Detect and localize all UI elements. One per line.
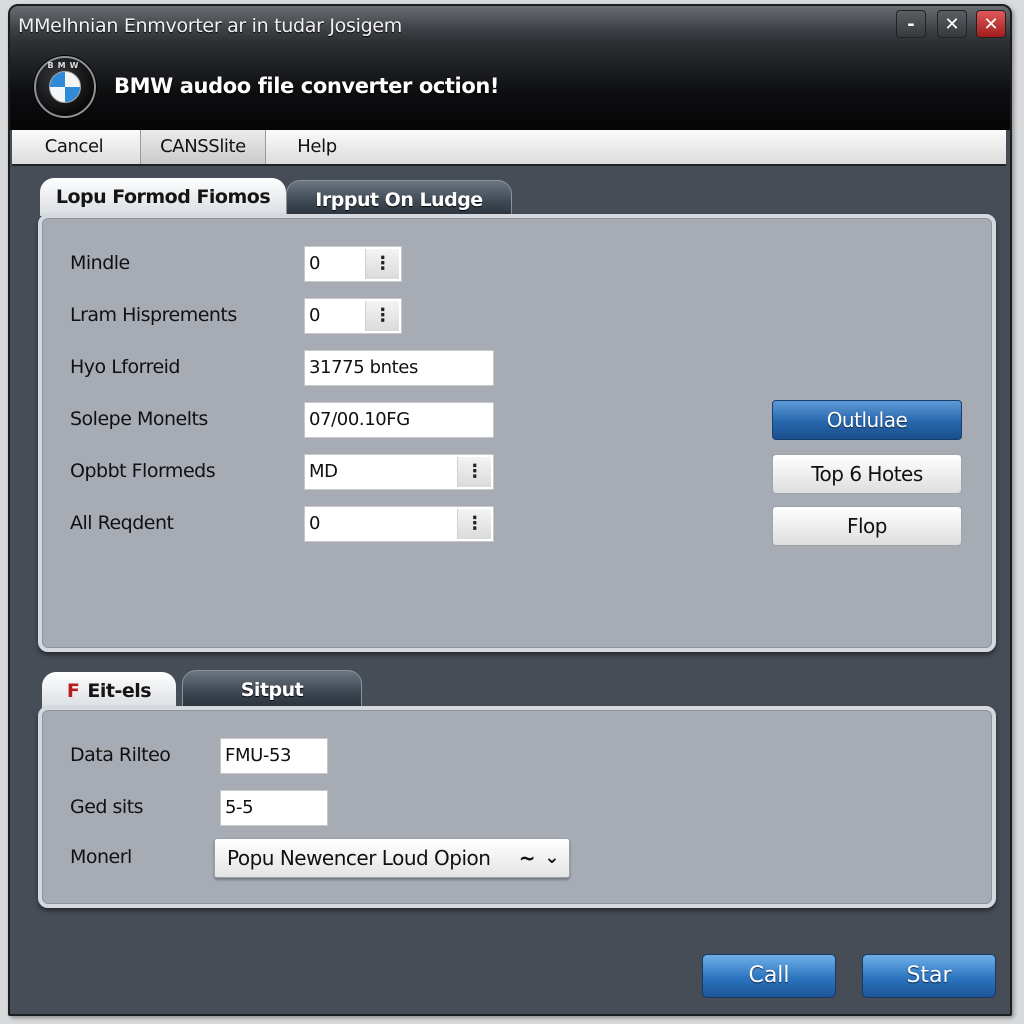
title-bar[interactable]: MMelhnian Enmvorter ar in tudar Josigem …	[10, 6, 1010, 44]
maximize-icon: ✕	[944, 13, 960, 35]
flop-button[interactable]: Flop	[772, 506, 962, 546]
tilde-icon: ~	[518, 846, 536, 870]
field-label: Hyo Lforreid	[70, 356, 181, 378]
start-button[interactable]: Star	[862, 954, 996, 998]
input-format-panel: Mindle 0 ⋮ Lram Hisprements 0 ⋮ Hyo Lfor…	[38, 214, 996, 652]
hyo-lforreid-input[interactable]: 31775 bntes	[304, 350, 494, 386]
field-label: Ged sits	[70, 796, 144, 818]
tab-input-on-ludge[interactable]: Irpput On Ludge	[286, 180, 512, 218]
field-label: Opbbt Flormeds	[70, 460, 216, 482]
ged-sits-input[interactable]: 5-5	[220, 790, 328, 826]
field-value: 0	[309, 305, 321, 326]
field-label: Data Rilteo	[70, 744, 171, 766]
header-banner: BMW BMW audoo file converter oction!	[10, 44, 1010, 130]
field-value: 07/00.10FG	[309, 409, 410, 430]
data-rilteo-input[interactable]: FMU-53	[220, 738, 328, 774]
spinner-icon[interactable]: ⋮	[457, 457, 491, 487]
app-heading: BMW audoo file converter oction!	[114, 74, 500, 98]
top-6-hotes-button[interactable]: Top 6 Hotes	[772, 454, 962, 494]
logo-roundel	[49, 71, 81, 103]
lram-hisprements-stepper[interactable]: 0 ⋮	[304, 298, 402, 334]
field-value: 0	[309, 253, 321, 274]
solepe-monelts-input[interactable]: 07/00.10FG	[304, 402, 494, 438]
all-reqdent-stepper[interactable]: 0 ⋮	[304, 506, 494, 542]
bmw-logo-icon: BMW	[34, 56, 96, 118]
tab-label: Eit-els	[87, 680, 152, 702]
mindle-stepper[interactable]: 0 ⋮	[304, 246, 402, 282]
field-value: 5-5	[225, 797, 254, 818]
f-icon: F	[66, 680, 80, 702]
menu-help[interactable]: Help	[272, 130, 362, 164]
minimize-icon: -	[907, 13, 915, 35]
chevron-down-icon: ⌄	[544, 847, 559, 868]
maximize-button[interactable]: ✕	[937, 10, 967, 38]
window-title: MMelhnian Enmvorter ar in tudar Josigem	[18, 15, 402, 37]
logo-letters: BMW	[47, 61, 83, 70]
field-label: Monerl	[70, 846, 132, 868]
app-window: MMelhnian Enmvorter ar in tudar Josigem …	[8, 4, 1012, 1016]
menu-cancel[interactable]: Cancel	[12, 130, 136, 164]
opbbt-flormeds-select[interactable]: MD ⋮	[304, 454, 494, 490]
tab-sitput[interactable]: Sitput	[182, 670, 362, 708]
field-label: Lram Hisprements	[70, 304, 237, 326]
field-label: Solepe Monelts	[70, 408, 208, 430]
field-value: 0	[309, 513, 321, 534]
close-button[interactable]: ✕	[976, 10, 1006, 38]
field-value: FMU-53	[225, 745, 292, 766]
dropdown-value: Popu Newencer Loud Opion	[227, 846, 491, 870]
field-label: All Reqdent	[70, 512, 174, 534]
monerl-dropdown[interactable]: Popu Newencer Loud Opion ~ ⌄	[214, 838, 570, 878]
menu-cansslite[interactable]: CANSSlite	[140, 130, 266, 164]
call-button[interactable]: Call	[702, 954, 836, 998]
field-label: Mindle	[70, 252, 130, 274]
spinner-icon[interactable]: ⋮	[457, 509, 491, 539]
tab-eit-els[interactable]: F Eit-els	[42, 672, 176, 710]
tab-input-format[interactable]: Lopu Formod Fiomos	[40, 178, 286, 216]
outlulae-button[interactable]: Outlulae	[772, 400, 962, 440]
menu-bar: Cancel CANSSlite Help	[12, 130, 1006, 166]
output-settings-panel: Data Rilteo FMU-53 Ged sits 5-5 Monerl P…	[38, 706, 996, 908]
field-value: MD	[309, 461, 338, 482]
minimize-button[interactable]: -	[896, 10, 926, 38]
close-icon: ✕	[983, 13, 999, 35]
spinner-icon[interactable]: ⋮	[365, 249, 399, 279]
spinner-icon[interactable]: ⋮	[365, 301, 399, 331]
field-value: 31775 bntes	[309, 357, 418, 378]
